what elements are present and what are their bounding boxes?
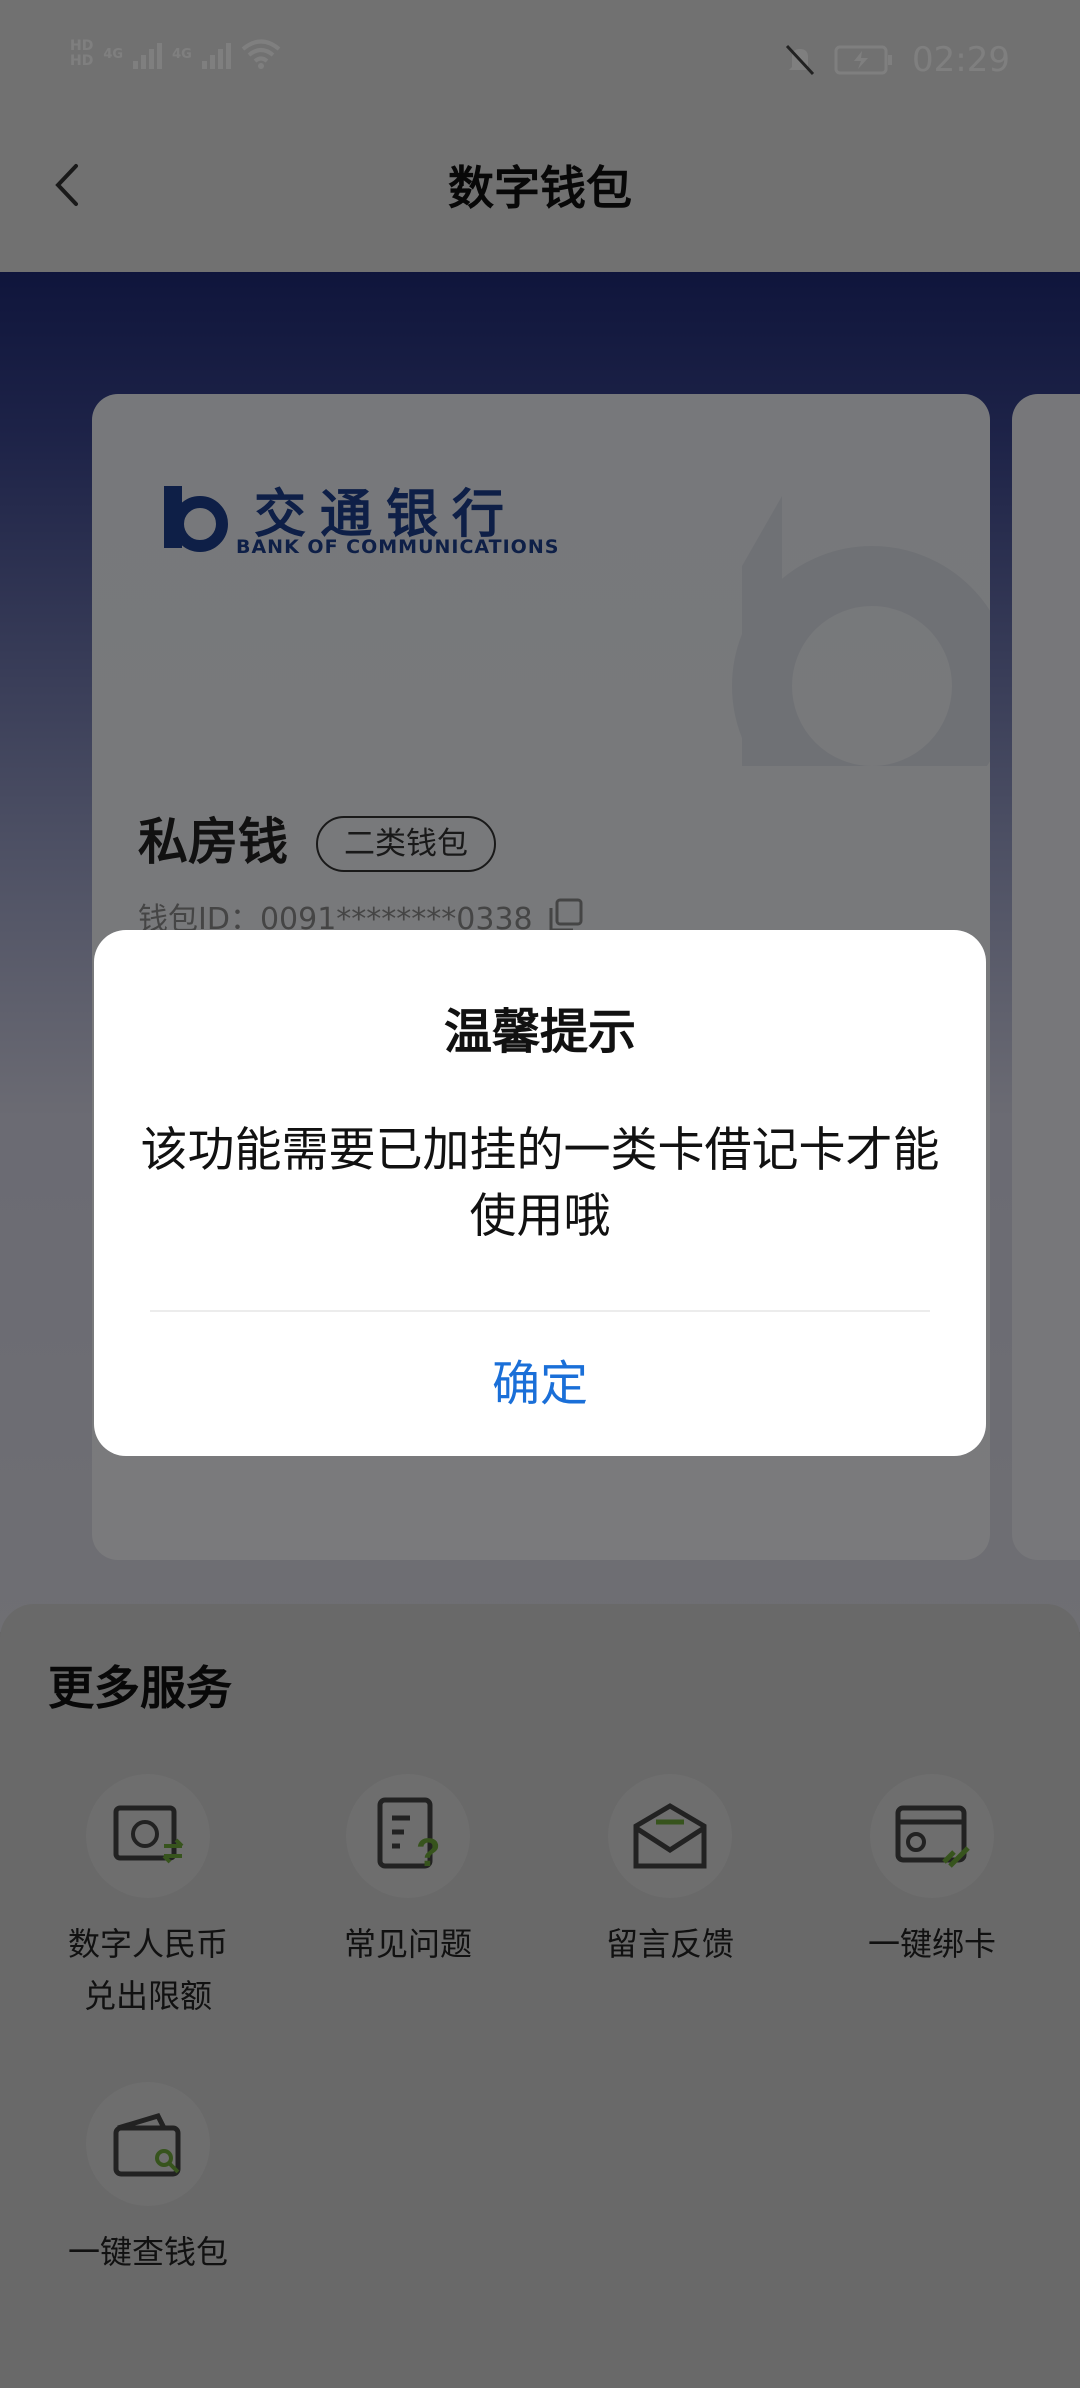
confirm-button[interactable]: 确定 xyxy=(94,1312,986,1456)
dialog-message: 该功能需要已加挂的一类卡借记卡才能使用哦 xyxy=(140,1123,940,1244)
dialog-title: 温馨提示 xyxy=(443,1004,636,1060)
